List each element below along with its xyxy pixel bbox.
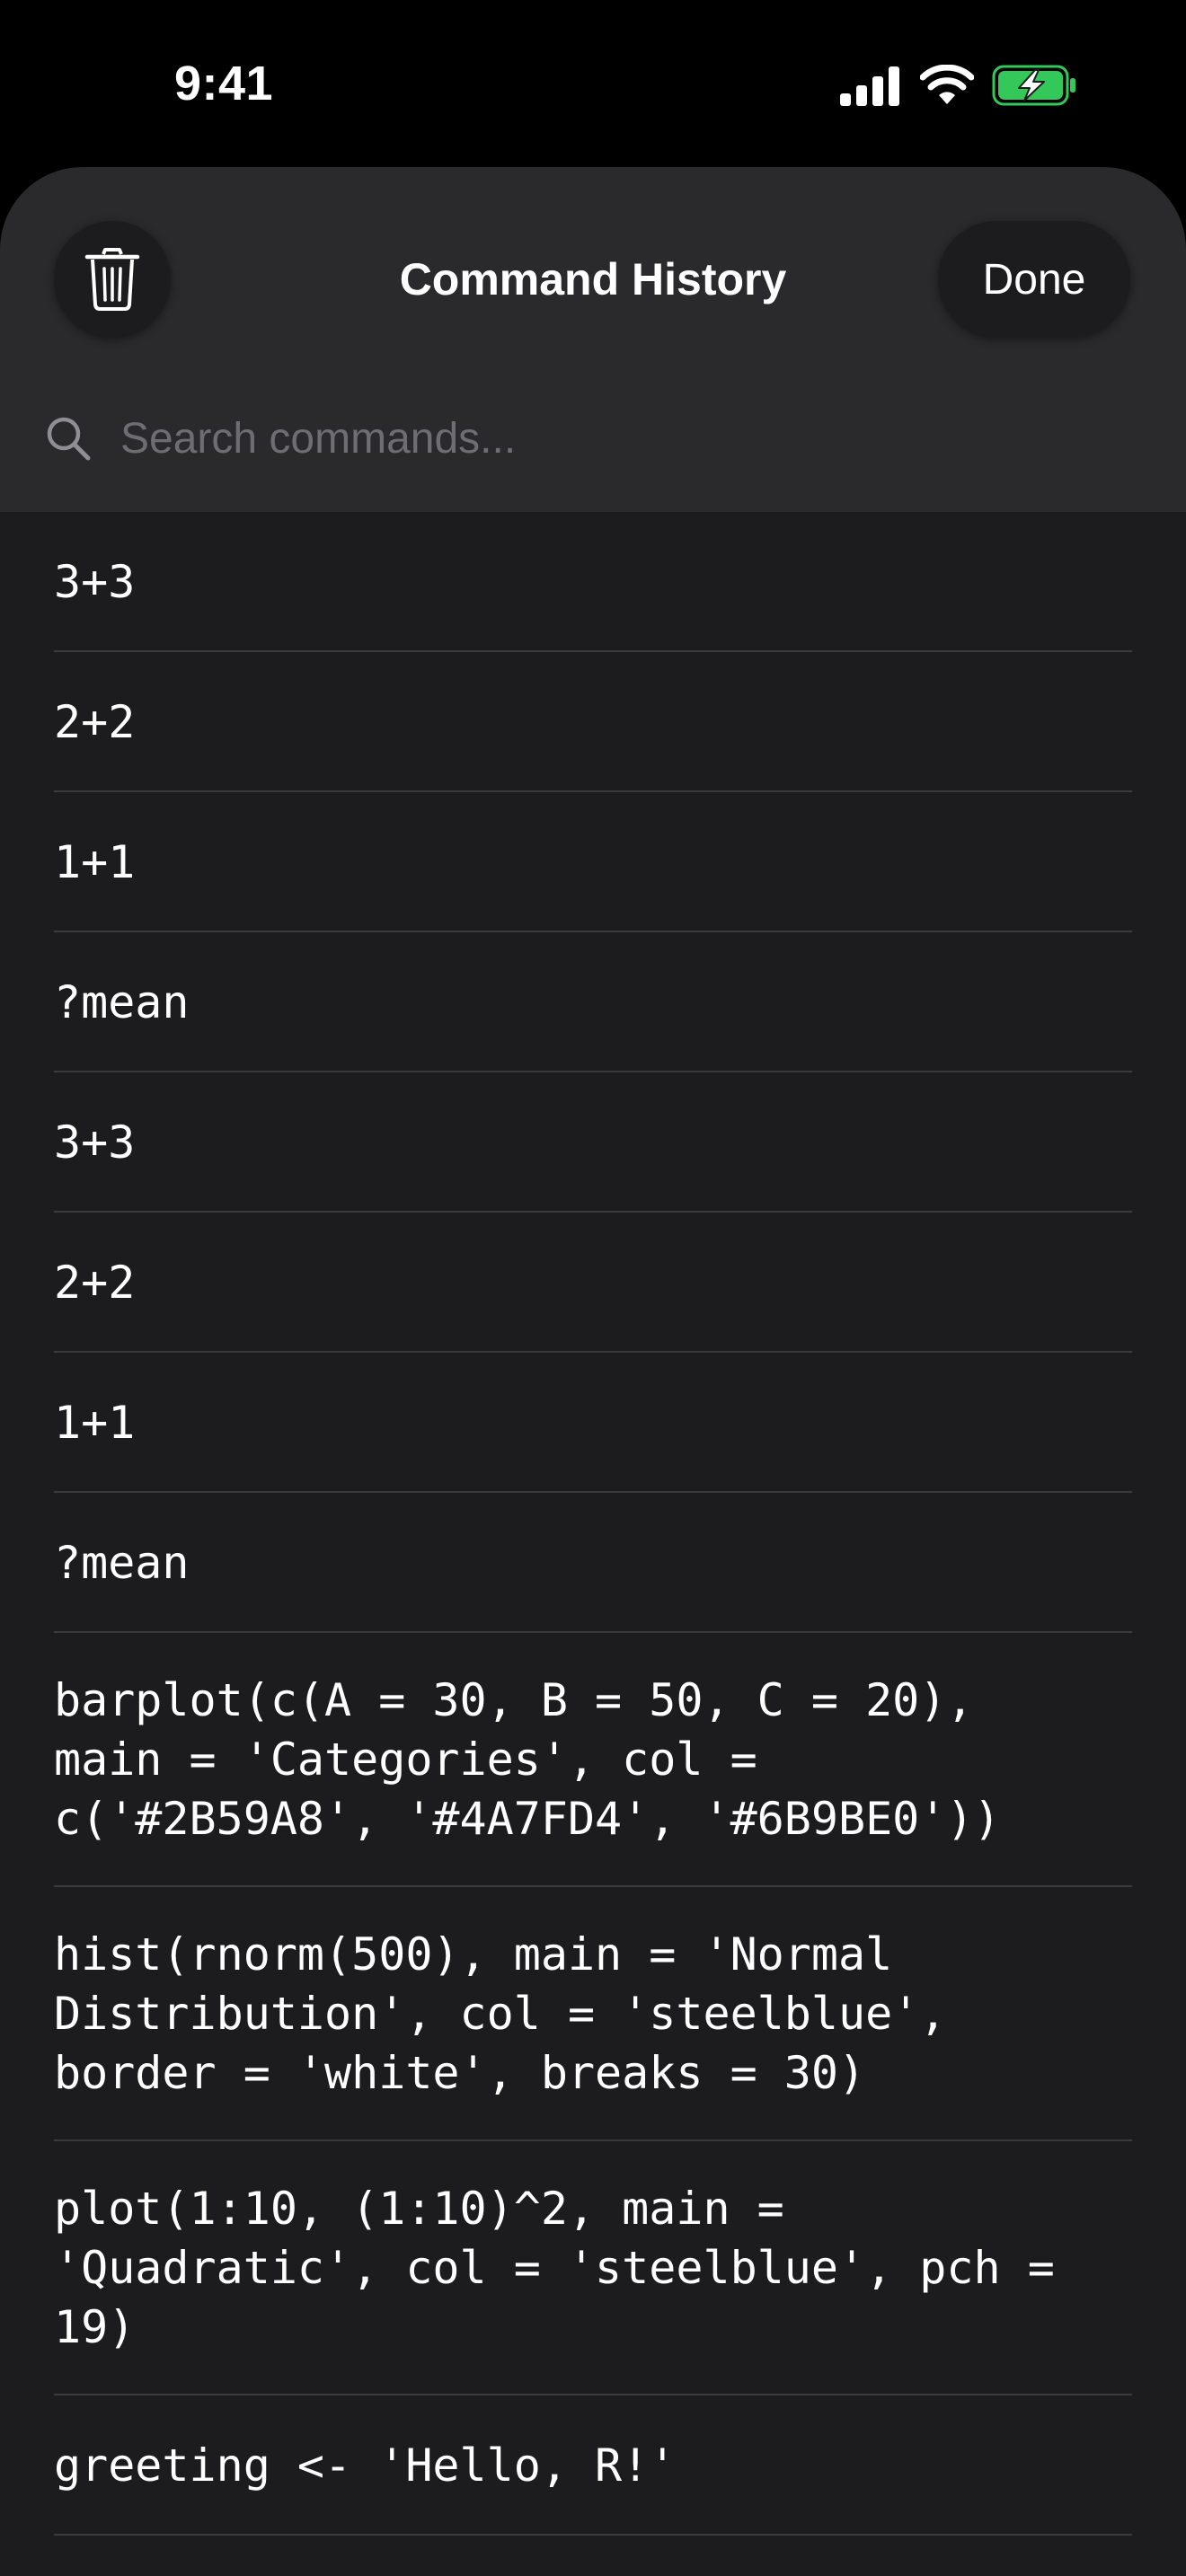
battery-charging-icon [992, 65, 1075, 106]
history-item[interactable]: barplot(c(A = 30, B = 50, C = 20), main … [54, 1633, 1132, 1887]
history-item[interactable]: ?mean [54, 932, 1132, 1072]
history-item[interactable]: 3+3 [54, 1072, 1132, 1213]
history-item[interactable]: hist(rnorm(500), main = 'Normal Distribu… [54, 1887, 1132, 2141]
history-item[interactable]: plot(1:10, (1:10)^2, main = 'Quadratic',… [54, 2141, 1132, 2395]
search-icon [47, 417, 91, 461]
done-button[interactable]: Done [938, 221, 1130, 338]
history-item[interactable]: 1+1 [54, 792, 1132, 932]
history-item[interactable]: 1+1 [54, 1353, 1132, 1493]
status-bar: 9:41 [0, 0, 1186, 171]
search-bar [45, 402, 1141, 474]
search-input[interactable] [120, 402, 1127, 474]
history-item[interactable]: greeting <- 'Hello, R!' [54, 2395, 1132, 2536]
cellular-signal-icon [840, 66, 899, 106]
history-item[interactable]: ?mean [54, 1493, 1132, 1633]
command-history-list: 3+3 2+2 1+1 ?mean 3+3 2+2 1+1 ?mean barp… [0, 512, 1186, 2536]
sheet-header: Command History Done [0, 167, 1186, 512]
history-item[interactable]: 2+2 [54, 652, 1132, 792]
history-item[interactable]: 3+3 [54, 512, 1132, 652]
history-item[interactable]: 2+2 [54, 1213, 1132, 1353]
command-history-sheet: Command History Done 3+3 2+2 1+1 ?mean 3… [0, 167, 1186, 2576]
status-time: 9:41 [174, 57, 274, 110]
wifi-icon [920, 65, 974, 104]
